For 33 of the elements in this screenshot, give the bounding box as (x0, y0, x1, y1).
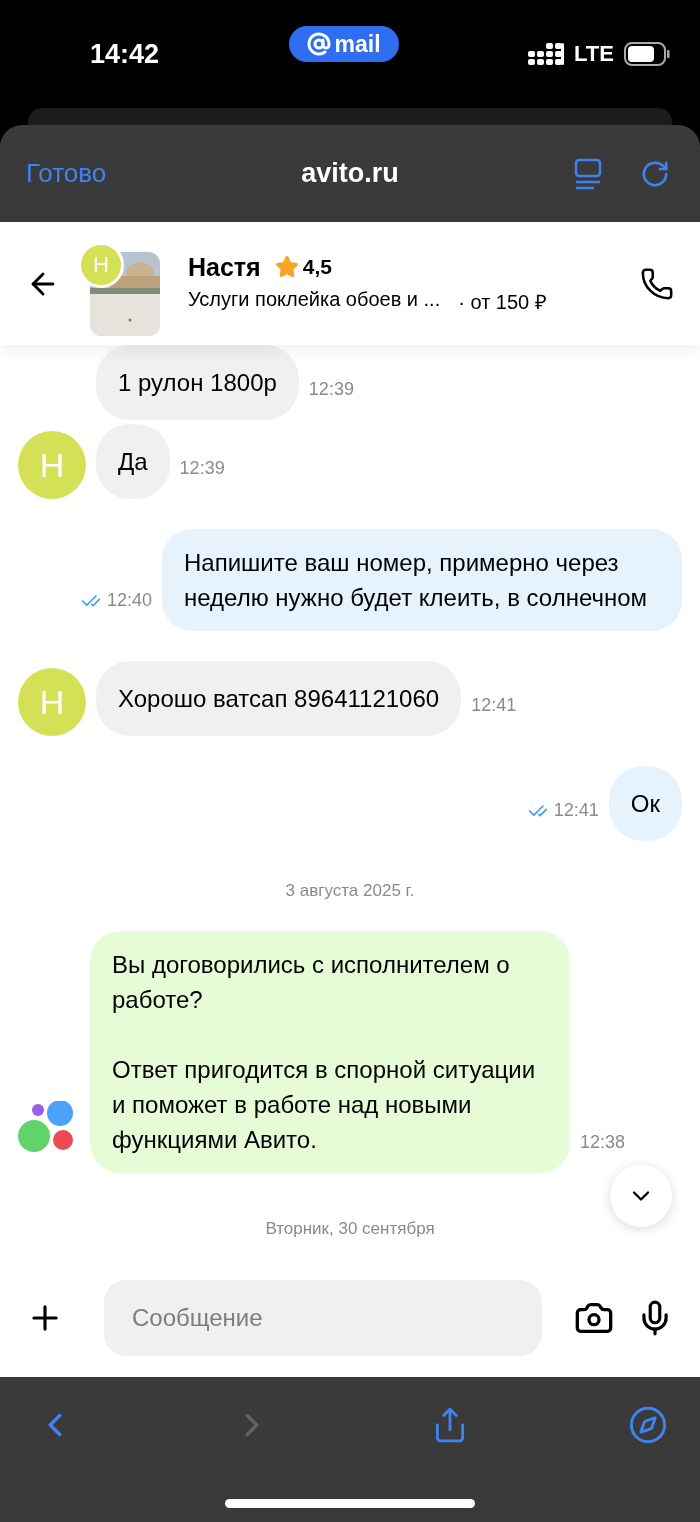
network-label: LTE (574, 41, 614, 67)
compass-button[interactable] (628, 1405, 668, 1445)
compass-icon (628, 1405, 668, 1445)
signal-icon (528, 43, 565, 65)
battery-icon (624, 42, 670, 66)
message-bubble: Хорошо ватсап 89641121060 (96, 661, 462, 736)
done-button[interactable]: Готово (26, 158, 107, 189)
message-bubble: Да (96, 424, 170, 499)
clock: 14:42 (90, 38, 160, 70)
phone-icon[interactable] (640, 266, 674, 301)
reader-icon[interactable] (574, 157, 602, 190)
message-bubble: 1 рулон 1800р (96, 345, 299, 420)
date-label: Вторник, 30 сентября (265, 1219, 435, 1238)
message-bubble: Вы договорились с исполнителем о работе? Ответ пригодится в спорной ситуации и поможет в работе над новыми функциями Авито. (90, 931, 570, 1173)
rating: 4,5 (302, 255, 332, 279)
logo-icon (18, 1101, 76, 1153)
message-bubble: Напишите ваш номер, примерно через неделю нужно будет клеить, в солнечном (162, 529, 682, 631)
at-sign-icon (306, 32, 331, 56)
message-time: 12:39 (308, 379, 354, 400)
url-label[interactable]: avito.ru (301, 158, 399, 189)
app-pill[interactable]: mail (288, 26, 399, 62)
date-label: 3 августа 2025 г. (285, 881, 415, 900)
listing-price: · от 150 ₽ (458, 289, 547, 315)
message-bubble: Ок (608, 766, 682, 841)
contact-name: Настя (188, 252, 261, 282)
message-field[interactable]: Сообщение (104, 1279, 542, 1356)
listing-title: Услуги поклейка обоев и ... (188, 287, 441, 312)
message-time: 12:41 (553, 800, 599, 821)
message-time: 12:39 (179, 458, 225, 479)
message-time: 12:41 (471, 695, 517, 716)
message-time: 12:40 (106, 590, 152, 611)
star-icon (274, 255, 299, 279)
message-time: 12:38 (580, 1132, 626, 1153)
